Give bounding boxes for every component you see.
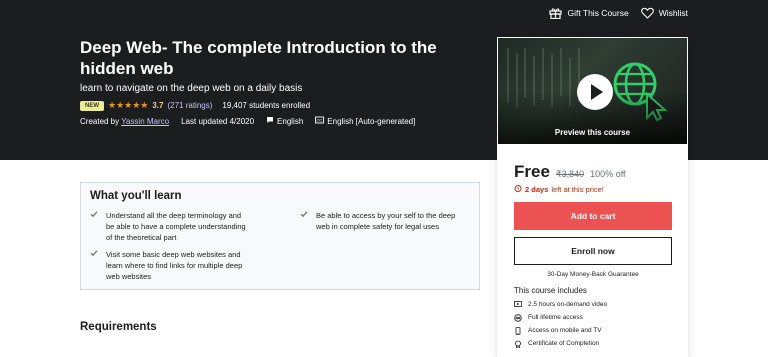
speech-bubble-icon: [266, 116, 274, 126]
timer-text: left at this price!: [551, 184, 604, 194]
captions: CC English [Auto-generated]: [315, 116, 415, 126]
learn-item: Understand all the deep terminology and …: [90, 210, 250, 243]
star-rating-icon: ★★★★★: [108, 100, 149, 110]
includes-list: 2.5 hours on-demand video Full lifetime …: [514, 298, 607, 350]
include-label: Access on mobile and TV: [528, 327, 602, 334]
last-updated: Last updated 4/2020: [181, 116, 255, 126]
price-timer: 2 days left at this price!: [514, 184, 604, 194]
gift-icon: [549, 7, 563, 19]
rating-count[interactable]: (271 ratings): [167, 101, 212, 110]
created-by: Created by Yassin Marco: [80, 117, 169, 126]
wishlist-label: Wishlist: [658, 8, 688, 18]
video-icon: [514, 301, 522, 308]
mobile-icon: [514, 326, 522, 335]
timer-days: 2 days: [525, 184, 549, 194]
wishlist-button[interactable]: Wishlist: [640, 7, 688, 19]
checkmark-icon: [90, 210, 98, 221]
captions-label: English [Auto-generated]: [327, 116, 416, 126]
checkmark-icon: [90, 249, 98, 260]
svg-text:CC: CC: [317, 118, 323, 123]
learn-item: Be able to access by your self to the de…: [300, 210, 460, 232]
original-price: ₹3,840: [555, 169, 585, 179]
list-item: 2.5 hours on-demand video: [514, 298, 607, 311]
requirements-title: Requirements: [80, 321, 157, 333]
language: English: [266, 116, 303, 126]
course-subtitle: learn to navigate on the deep web on a d…: [80, 83, 303, 94]
rating-value: 3.7: [152, 101, 164, 110]
students-enrolled: 19,407 students enrolled: [222, 101, 311, 110]
include-label: Full lifetime access: [528, 314, 583, 321]
meta-row: Created by Yassin Marco Last updated 4/2…: [80, 116, 415, 126]
includes-title: This course includes: [514, 286, 587, 295]
list-item: Full lifetime access: [514, 311, 607, 324]
discount-percent: 100% off: [590, 169, 626, 179]
course-title: Deep Web- The complete Introduction to t…: [80, 38, 437, 78]
rating-row: NEW ★★★★★ 3.7 (271 ratings) 19,407 stude…: [80, 100, 310, 111]
author-link[interactable]: Yassin Marco: [121, 117, 169, 126]
gift-course-button[interactable]: Gift This Course: [549, 7, 629, 19]
include-label: 2.5 hours on-demand video: [528, 301, 608, 308]
learn-item-text: Be able to access by your self to the de…: [316, 211, 456, 231]
alarm-clock-icon: [514, 184, 522, 194]
what-you-learn-title: What you'll learn: [90, 190, 182, 202]
price-row: Free ₹3,840 100% off: [514, 162, 626, 182]
include-label: Certificate of Completion: [528, 340, 600, 347]
what-you-learn-box: What you'll learn Understand all the dee…: [80, 182, 480, 290]
add-to-cart-button[interactable]: Add to cart: [514, 202, 672, 230]
certificate-icon: [514, 340, 522, 348]
gift-course-label: Gift This Course: [567, 8, 629, 18]
learn-item-text: Understand all the deep terminology and …: [106, 211, 246, 242]
enroll-now-button[interactable]: Enroll now: [514, 237, 672, 265]
learn-item-text: Visit some basic deep web websites and l…: [106, 250, 243, 281]
list-item: Access on mobile and TV: [514, 324, 607, 337]
learn-item: Visit some basic deep web websites and l…: [90, 249, 250, 282]
infinity-icon: [514, 313, 522, 322]
list-item: Certificate of Completion: [514, 337, 607, 350]
closed-captions-icon: CC: [315, 116, 325, 126]
checkmark-icon: [300, 210, 308, 221]
course-preview-video[interactable]: Preview this course: [498, 38, 687, 144]
current-price: Free: [514, 162, 550, 181]
purchase-card: Preview this course Free ₹3,840 100% off…: [497, 37, 688, 357]
money-back-guarantee: 30-Day Money-Back Guarantee: [547, 271, 639, 278]
heart-icon: [640, 7, 654, 19]
play-icon[interactable]: [577, 74, 613, 110]
language-label: English: [277, 116, 304, 126]
created-by-prefix: Created by: [80, 116, 120, 126]
new-badge: NEW: [80, 100, 104, 111]
hero-actions: Gift This Course Wishlist: [549, 7, 688, 19]
preview-label: Preview this course: [554, 128, 631, 137]
